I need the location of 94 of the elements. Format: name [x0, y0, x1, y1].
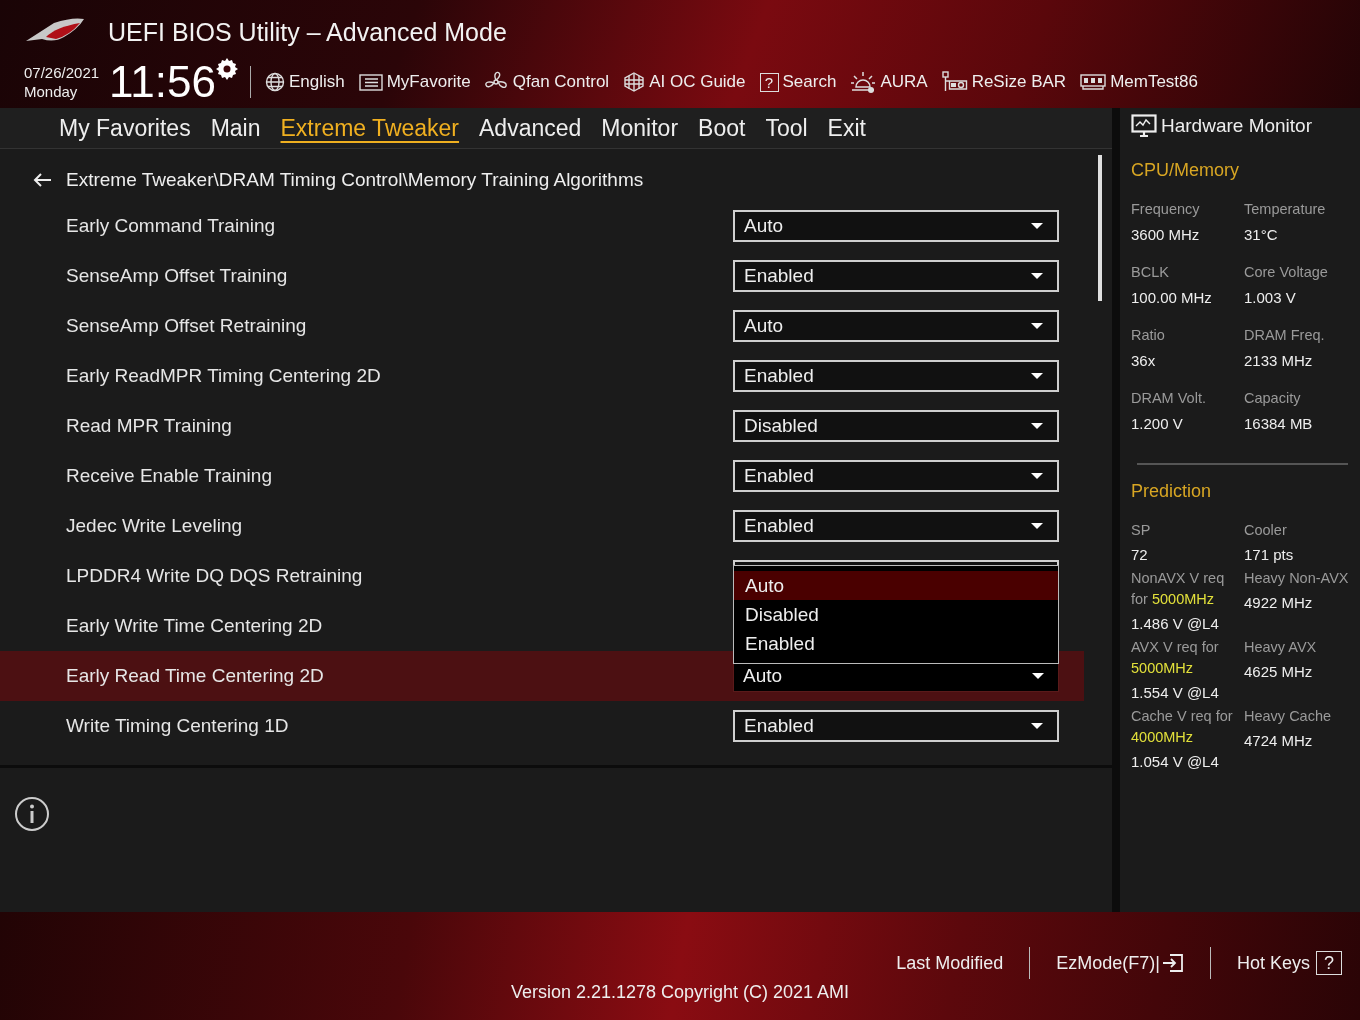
- menu-tab[interactable]: Extreme Tweaker: [280, 111, 460, 145]
- toolbar-button[interactable]: Qfan Control: [484, 71, 610, 93]
- section-heading: CPU/Memory: [1131, 160, 1240, 181]
- reading-label: DRAM Volt.: [1131, 389, 1207, 408]
- reading-value: 31°C: [1244, 225, 1279, 245]
- reading-value: 1.200 V: [1131, 414, 1184, 434]
- dropdown-field[interactable]: Enabled: [733, 260, 1059, 292]
- list-icon: [358, 73, 383, 91]
- reading-label: Heavy Non-AVX: [1244, 569, 1350, 588]
- toolbar-button[interactable]: ? Search: [759, 72, 837, 92]
- reading-label: Frequency: [1131, 200, 1201, 219]
- reading-label: AVX V req for 5000MHz: [1131, 638, 1220, 678]
- section-heading: Prediction: [1131, 481, 1213, 502]
- menu-option[interactable]: Disabled: [734, 600, 1058, 629]
- version-text: Version 2.21.1278 Copyright (C) 2021 AMI: [510, 982, 850, 1002]
- dropdown-field[interactable]: Enabled: [733, 460, 1059, 492]
- setting-label: Write Timing Centering 1D: [66, 715, 289, 737]
- scrollbar[interactable]: [1098, 155, 1102, 301]
- reading-label: Cooler: [1244, 521, 1288, 540]
- reading-value: 1.554 V @L4: [1131, 683, 1220, 703]
- toolbar-button[interactable]: ReSize BAR: [941, 71, 1067, 93]
- toolbar-button[interactable]: English: [264, 72, 345, 92]
- setting-label: Read MPR Training: [66, 415, 232, 437]
- back-arrow-icon[interactable]: [32, 172, 52, 188]
- reading-label: Core Voltage: [1244, 263, 1329, 282]
- globe-icon: [264, 72, 285, 92]
- reading-label: SP: [1131, 521, 1152, 540]
- reading-value: 4625 MHz: [1244, 662, 1314, 682]
- footer-button[interactable]: Hot Keys ?: [1210, 951, 1342, 975]
- reading-value: 36x: [1131, 351, 1157, 371]
- menu-tab[interactable]: My Favorites: [59, 111, 191, 145]
- menu-option[interactable]: Auto: [734, 571, 1058, 600]
- reading-value: 100.00 MHz: [1131, 288, 1213, 308]
- menu-tab[interactable]: Monitor: [601, 111, 679, 145]
- setting-label: Early Read Time Centering 2D: [66, 665, 324, 687]
- dropdown-field[interactable]: Enabled: [733, 710, 1059, 742]
- memory-stick-icon: [1080, 73, 1107, 91]
- light-icon: [850, 71, 877, 93]
- menu-tab[interactable]: Boot: [698, 111, 746, 145]
- breadcrumb-path: Extreme Tweaker\DRAM Timing Control\Memory Training Algorithms: [66, 169, 644, 191]
- monitor-icon: [1131, 114, 1157, 138]
- reading-label: BCLK: [1131, 263, 1170, 282]
- selected-row-highlight[interactable]: Early Read Time Centering 2D Auto: [0, 651, 1084, 701]
- menu-tab[interactable]: Tool: [765, 111, 808, 145]
- panel-title: Hardware Monitor: [1161, 115, 1312, 137]
- dropdown-field[interactable]: Auto: [733, 310, 1059, 342]
- menu-tab[interactable]: Main: [210, 111, 261, 145]
- reading-value: 16384 MB: [1244, 414, 1314, 434]
- footer-button[interactable]: EzMode(F7)|: [1030, 952, 1210, 974]
- setting-label: Early Command Training: [66, 215, 276, 237]
- info-icon: [14, 796, 50, 832]
- reading-value: 2133 MHz: [1244, 351, 1314, 371]
- settings-icon[interactable]: [215, 58, 238, 80]
- setting-label: Receive Enable Training: [66, 465, 272, 487]
- toolbar-button[interactable]: MemTest86: [1080, 72, 1198, 92]
- day-text: Monday: [24, 82, 79, 101]
- reading-label: Heavy Cache: [1244, 707, 1333, 726]
- reading-value: 1.486 V @L4: [1131, 614, 1220, 634]
- setting-label: Jedec Write Leveling: [66, 515, 243, 537]
- reading-value: 4724 MHz: [1244, 731, 1314, 751]
- setting-label: Early Write Time Centering 2D: [66, 615, 323, 637]
- menu-tab[interactable]: Advanced: [479, 111, 582, 145]
- reading-label: Cache V req for 4000MHz: [1131, 707, 1234, 747]
- toolbar-button[interactable]: AI OC Guide: [623, 72, 746, 92]
- reading-value: 3600 MHz: [1131, 225, 1201, 245]
- dropdown-field[interactable]: Disabled: [733, 410, 1059, 442]
- reading-label: Capacity: [1244, 389, 1302, 408]
- chip-icon: [623, 72, 646, 92]
- window-title: UEFI BIOS Utility – Advanced Mode: [108, 17, 507, 47]
- reading-label: DRAM Freq.: [1244, 326, 1326, 345]
- toolbar-button[interactable]: AURA: [850, 71, 928, 93]
- reading-label: NonAVX V req for 5000MHz: [1131, 569, 1226, 609]
- footer-button[interactable]: Last Modified: [870, 952, 1030, 974]
- setting-label: SenseAmp Offset Retraining: [66, 315, 307, 337]
- reading-value: 171 pts: [1244, 545, 1295, 565]
- dropdown-field[interactable]: Enabled: [733, 510, 1059, 542]
- setting-label: LPDDR4 Write DQ DQS Retraining: [66, 565, 363, 587]
- reading-value: 4922 MHz: [1244, 593, 1314, 613]
- setting-label: SenseAmp Offset Training: [66, 265, 288, 287]
- date-text: 07/26/2021: [24, 63, 100, 82]
- card-icon: [941, 71, 968, 93]
- reading-label: Ratio: [1131, 326, 1166, 345]
- exit-icon: [1161, 952, 1184, 974]
- reading-label: Heavy AVX: [1244, 638, 1318, 657]
- setting-label: Early ReadMPR Timing Centering 2D: [66, 365, 381, 387]
- reading-value: 72: [1131, 545, 1149, 565]
- toolbar-button[interactable]: MyFavorite: [358, 72, 471, 92]
- reading-label: Temperature: [1244, 200, 1327, 219]
- dropdown-field[interactable]: Auto: [733, 210, 1059, 242]
- clock-time: 11:56: [109, 60, 216, 104]
- dropdown-field[interactable]: Enabled: [733, 360, 1059, 392]
- menu-tab[interactable]: Exit: [827, 111, 866, 145]
- reading-value: 1.054 V @L4: [1131, 752, 1220, 772]
- reading-value: 1.003 V: [1244, 288, 1297, 308]
